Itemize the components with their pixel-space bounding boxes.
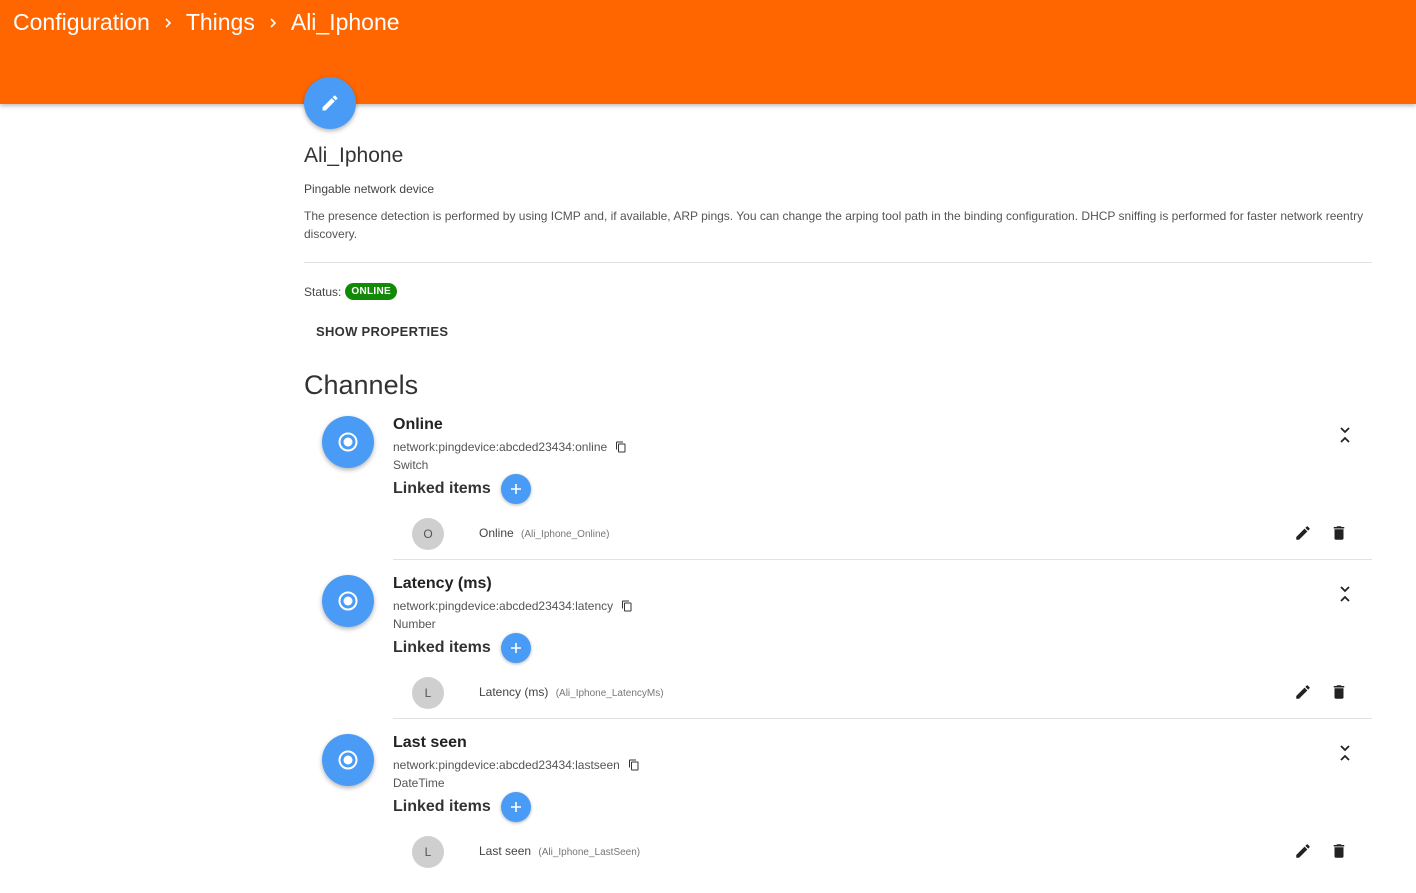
pencil-icon xyxy=(322,95,338,111)
channel-link-button[interactable] xyxy=(322,734,374,786)
channel-uid: network:pingdevice:abcded23434:lastseen xyxy=(393,758,620,772)
thing-description: The presence detection is performed by u… xyxy=(304,209,1364,241)
chevron-right-icon xyxy=(255,14,291,32)
unfold-less-icon[interactable] xyxy=(1335,743,1355,768)
radio-button-icon xyxy=(338,591,358,611)
linked-items-row: Linked items xyxy=(393,633,531,663)
status-badge: ONLINE xyxy=(345,283,397,300)
linked-item-title: Last seen xyxy=(479,844,532,858)
channels-heading: Channels xyxy=(304,370,419,400)
channel-item-type: Number xyxy=(393,617,436,631)
trash-icon[interactable] xyxy=(1330,683,1348,706)
linked-item-label: Latency (ms) (Ali_Iphone_LatencyMs) xyxy=(479,685,664,699)
status-label: Status: xyxy=(304,284,342,299)
linked-item-name: (Ali_Iphone_Online) xyxy=(521,529,610,540)
linked-item-title: Latency (ms) xyxy=(479,685,549,699)
channel-uid-row: network:pingdevice:abcded23434:latency xyxy=(393,599,633,613)
show-properties-button[interactable]: SHOW PROPERTIES xyxy=(304,318,460,345)
copy-icon[interactable] xyxy=(628,759,640,772)
chevron-right-icon xyxy=(150,14,186,32)
pencil-icon[interactable] xyxy=(1294,683,1312,706)
channel-name: Online xyxy=(393,416,443,433)
add-linked-item-button[interactable] xyxy=(500,633,531,663)
thing-title: Ali_Iphone xyxy=(304,144,404,167)
plus-icon xyxy=(510,643,521,653)
channel-last-seen: Last seen network:pingdevice:abcded23434… xyxy=(0,734,1416,893)
avatar: L xyxy=(412,836,444,868)
breadcrumb-things[interactable]: Things xyxy=(186,9,255,36)
channel-uid-row: network:pingdevice:abcded23434:lastseen xyxy=(393,758,640,772)
linked-item-row[interactable]: L Latency (ms) (Ali_Iphone_LatencyMs) xyxy=(393,668,1372,718)
linked-item-row[interactable]: L Last seen (Ali_Iphone_LastSeen) xyxy=(393,827,1372,877)
plus-icon xyxy=(510,802,521,812)
edit-thing-button[interactable] xyxy=(304,77,356,129)
avatar: O xyxy=(412,518,444,550)
radio-button-icon xyxy=(338,432,358,452)
channel-name: Last seen xyxy=(393,734,467,751)
channel-link-button[interactable] xyxy=(322,575,374,627)
linked-items-label: Linked items xyxy=(393,639,491,656)
linked-items-label: Linked items xyxy=(393,798,491,815)
breadcrumb-configuration[interactable]: Configuration xyxy=(13,9,150,36)
breadcrumb-current-thing: Ali_Iphone xyxy=(290,9,400,35)
pencil-icon[interactable] xyxy=(1294,524,1312,547)
divider xyxy=(393,718,1372,719)
linked-item-title: Online xyxy=(479,526,514,540)
app-header: Configuration Things Ali_Iphone xyxy=(0,0,1416,104)
trash-icon[interactable] xyxy=(1330,524,1348,547)
status-row: Status: ONLINE xyxy=(304,283,397,300)
plus-icon xyxy=(510,484,521,494)
channel-item-type: DateTime xyxy=(393,776,445,790)
linked-items-label: Linked items xyxy=(393,480,491,497)
channel-online: Online network:pingdevice:abcded23434:on… xyxy=(0,416,1416,575)
trash-icon[interactable] xyxy=(1330,842,1348,865)
add-linked-item-button[interactable] xyxy=(500,792,531,822)
thing-type: Pingable network device xyxy=(304,182,435,196)
channel-uid-row: network:pingdevice:abcded23434:online xyxy=(393,440,627,454)
divider xyxy=(393,559,1372,560)
linked-item-name: (Ali_Iphone_LastSeen) xyxy=(538,847,641,858)
linked-item-row[interactable]: O Online (Ali_Iphone_Online) xyxy=(393,509,1372,559)
linked-items-row: Linked items xyxy=(393,474,531,504)
pencil-icon[interactable] xyxy=(1294,842,1312,865)
linked-item-label: Last seen (Ali_Iphone_LastSeen) xyxy=(479,844,640,858)
channel-uid: network:pingdevice:abcded23434:latency xyxy=(393,599,614,613)
linked-items-row: Linked items xyxy=(393,792,531,822)
add-linked-item-button[interactable] xyxy=(500,474,531,504)
breadcrumb: Configuration Things Ali_Iphone xyxy=(13,9,400,36)
divider xyxy=(304,262,1372,263)
linked-item-label: Online (Ali_Iphone_Online) xyxy=(479,526,609,540)
copy-icon[interactable] xyxy=(621,600,633,613)
unfold-less-icon[interactable] xyxy=(1335,584,1355,609)
channel-item-type: Switch xyxy=(393,458,429,472)
radio-button-icon xyxy=(338,750,358,770)
channel-link-button[interactable] xyxy=(322,416,374,468)
channel-name: Latency (ms) xyxy=(393,575,492,592)
unfold-less-icon[interactable] xyxy=(1335,425,1355,450)
channel-latency: Latency (ms) network:pingdevice:abcded23… xyxy=(0,575,1416,734)
channel-uid: network:pingdevice:abcded23434:online xyxy=(393,440,608,454)
copy-icon[interactable] xyxy=(615,441,627,454)
linked-item-name: (Ali_Iphone_LatencyMs) xyxy=(555,688,664,699)
avatar: L xyxy=(412,677,444,709)
